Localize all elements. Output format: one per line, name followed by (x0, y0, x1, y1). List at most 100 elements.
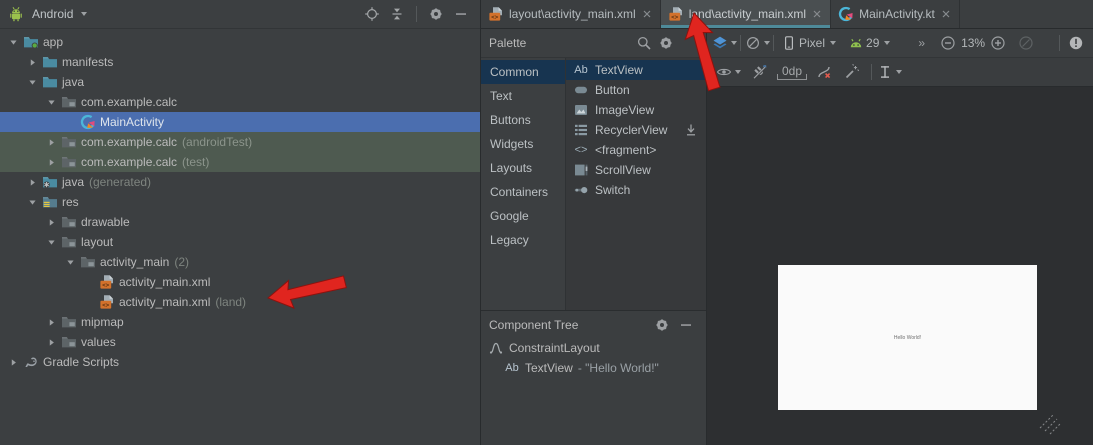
collapse-arrow-icon[interactable] (65, 254, 76, 270)
tab-layout-activity-main-xml[interactable]: <>layout\activity_main.xml (481, 0, 661, 28)
component-tree-item-label: ConstraintLayout (509, 341, 600, 355)
component-tree-item-constraintlayout[interactable]: ConstraintLayout (481, 338, 706, 358)
collapse-arrow-icon[interactable] (8, 34, 19, 50)
tree-item-com-example-calc-androidtest[interactable]: com.example.calc(androidTest) (0, 132, 480, 152)
folder-res-icon (42, 194, 58, 210)
hide-panel-button[interactable] (450, 3, 472, 25)
zoom-to-fit-button[interactable] (1015, 32, 1037, 54)
device-preview-canvas[interactable]: Hello World! (778, 265, 1037, 410)
palette-category-buttons[interactable]: Buttons (481, 108, 565, 132)
collapse-arrow-icon[interactable] (46, 234, 57, 250)
tree-item-java[interactable]: java (0, 72, 480, 92)
palette-component-scrollview[interactable]: ScrollView (566, 160, 706, 180)
tree-item-mainactivity[interactable]: MainActivity (0, 112, 480, 132)
palette-category-google[interactable]: Google (481, 204, 565, 228)
design-canvas-surface[interactable]: Hello World! (707, 87, 1093, 445)
tree-item-drawable[interactable]: drawable (0, 212, 480, 232)
tree-item-mipmap[interactable]: mipmap (0, 312, 480, 332)
svg-text:<>: <> (102, 302, 110, 309)
tree-item-label: MainActivity (100, 115, 164, 129)
tree-item-activity-main-2[interactable]: activity_main(2) (0, 252, 480, 272)
locate-file-button[interactable] (361, 3, 383, 25)
collapse-arrow-icon[interactable] (46, 94, 57, 110)
chevron-down-icon[interactable] (81, 12, 87, 16)
clear-constraints-button[interactable] (813, 61, 835, 83)
zoom-in-button[interactable] (987, 32, 1009, 54)
zoom-out-icon (940, 35, 956, 51)
palette-category-widgets[interactable]: Widgets (481, 132, 565, 156)
tree-item-values[interactable]: values (0, 332, 480, 352)
canvas-resize-handle[interactable] (1039, 413, 1061, 435)
warning-icon (1068, 35, 1084, 51)
gear-icon (428, 6, 444, 22)
palette-category-text[interactable]: Text (481, 84, 565, 108)
palette-category-legacy[interactable]: Legacy (481, 228, 565, 252)
tree-item-label: values (81, 335, 116, 349)
collapse-arrow-icon[interactable] (27, 74, 38, 90)
palette-component-imageview[interactable]: ImageView (566, 100, 706, 120)
collapse-arrow-icon[interactable] (27, 194, 38, 210)
api-level-label: 29 (866, 36, 879, 50)
issues-button[interactable] (1065, 32, 1087, 54)
gear-icon[interactable] (658, 35, 674, 51)
autoconnect-button[interactable] (749, 61, 771, 83)
close-icon[interactable] (940, 8, 952, 20)
project-view-selector[interactable]: Android (32, 7, 73, 21)
tree-item-activity-main-xml-land[interactable]: <>activity_main.xml(land) (0, 292, 480, 312)
download-icon[interactable] (683, 122, 699, 138)
zoom-out-button[interactable] (937, 32, 959, 54)
component-tree-item-textview[interactable]: AbTextView- "Hello World!" (481, 358, 706, 378)
device-label: Pixel (799, 36, 825, 50)
tab-label: MainActivity.kt (859, 7, 935, 21)
tree-item-res[interactable]: res (0, 192, 480, 212)
collapse-all-button[interactable] (386, 3, 408, 25)
expand-arrow-icon[interactable] (46, 154, 57, 170)
tree-item-java-generated[interactable]: java(generated) (0, 172, 480, 192)
orientation-button[interactable] (746, 32, 768, 54)
expand-arrow-icon[interactable] (8, 354, 19, 370)
default-margins-button[interactable]: 0dp (777, 64, 807, 80)
tree-item-activity-main-xml[interactable]: <>activity_main.xml (0, 272, 480, 292)
panel-settings-button[interactable] (425, 3, 447, 25)
tab-land-activity-main-xml[interactable]: <>land\activity_main.xml (661, 0, 831, 28)
folder-package-icon (61, 234, 77, 250)
gear-icon[interactable] (654, 317, 670, 333)
palette-component-textview[interactable]: AbTextView (566, 60, 706, 80)
palette-component-switch[interactable]: Switch (566, 180, 706, 200)
minimize-icon[interactable] (678, 317, 694, 333)
tab-mainactivity-kt[interactable]: MainActivity.kt (831, 0, 960, 28)
close-icon[interactable] (641, 8, 653, 20)
palette-category-common[interactable]: Common (481, 60, 565, 84)
search-icon[interactable] (636, 35, 652, 51)
palette-component-button[interactable]: Button (566, 80, 706, 100)
palette-component-recyclerview[interactable]: RecyclerView (566, 120, 706, 140)
expand-arrow-icon[interactable] (46, 334, 57, 350)
tree-item-gradle-scripts[interactable]: Gradle Scripts (0, 352, 480, 372)
palette-component-fragment[interactable]: <><fragment> (566, 140, 706, 160)
infer-constraints-button[interactable] (841, 61, 863, 83)
palette-category-containers[interactable]: Containers (481, 180, 565, 204)
toolbar-overflow-button[interactable]: » (918, 36, 925, 50)
textview-icon: Ab (504, 360, 520, 376)
expand-arrow-icon[interactable] (46, 134, 57, 150)
tree-item-com-example-calc[interactable]: com.example.calc (0, 92, 480, 112)
close-icon[interactable] (811, 8, 823, 20)
design-mode-button[interactable] (713, 32, 735, 54)
magic-wand-icon (844, 64, 860, 80)
expand-arrow-icon[interactable] (27, 174, 38, 190)
tree-item-com-example-calc-test[interactable]: com.example.calc(test) (0, 152, 480, 172)
tree-item-layout[interactable]: layout (0, 232, 480, 252)
device-selector[interactable]: Pixel (779, 32, 838, 54)
tree-item-app[interactable]: app (0, 32, 480, 52)
expand-arrow-icon[interactable] (46, 314, 57, 330)
chevron-down-icon (764, 41, 770, 45)
svg-text:<>: <> (671, 14, 679, 21)
component-label: Button (595, 83, 630, 97)
pack-align-button[interactable] (877, 61, 902, 83)
expand-arrow-icon[interactable] (27, 54, 38, 70)
tree-item-manifests[interactable]: manifests (0, 52, 480, 72)
palette-category-layouts[interactable]: Layouts (481, 156, 565, 180)
api-level-selector[interactable]: 29 (846, 32, 892, 54)
expand-arrow-icon[interactable] (46, 214, 57, 230)
view-options-button[interactable] (716, 61, 741, 83)
